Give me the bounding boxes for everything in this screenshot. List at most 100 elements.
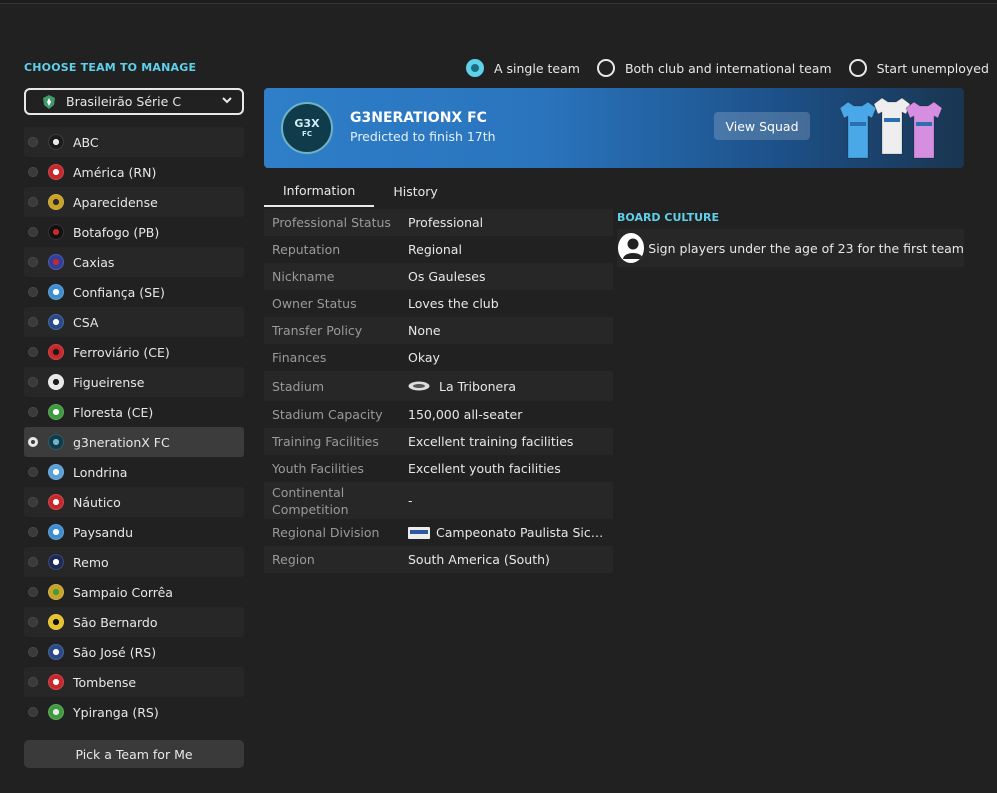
team-radio[interactable] [28,467,38,477]
team-radio[interactable] [28,377,38,387]
club-banner: G3X FC G3NERATIONX FC Predicted to finis… [264,88,964,168]
team-badge-icon [48,284,64,300]
info-value: - [408,493,413,508]
info-label: Transfer Policy [272,323,363,338]
team-list-item[interactable]: São José (RS) [24,637,244,667]
team-list-item[interactable]: Náutico [24,487,244,517]
pick-team-for-me-button[interactable]: Pick a Team for Me [24,740,244,768]
kit-shirt-icon [905,101,943,159]
team-name: Confiança (SE) [73,284,165,300]
team-radio[interactable] [28,167,38,177]
team-list-item[interactable]: Sampaio Corrêa [24,577,244,607]
tab-information[interactable]: Information [264,176,375,207]
team-list-item[interactable]: Caxias [24,247,244,277]
team-list-item[interactable]: Ferroviário (CE) [24,337,244,367]
team-radio[interactable] [28,707,38,717]
team-badge-icon [48,704,64,720]
team-list-item[interactable]: g3nerationX FC [24,427,244,457]
team-name: Sampaio Corrêa [73,584,173,600]
team-badge-icon [48,254,64,270]
team-list-item[interactable]: Tombense [24,667,244,697]
league-dropdown[interactable]: Brasileirão Série C [24,88,244,115]
team-radio[interactable] [28,317,38,327]
info-label: Region [272,552,315,567]
club-prediction: Predicted to finish 17th [350,129,496,144]
info-label: Training Facilities [272,434,379,449]
mode-label: Start unemployed [876,60,989,76]
team-radio[interactable] [28,587,38,597]
info-row-training-facilities: Training Facilities Excellent training f… [264,428,613,455]
info-row-reputation: Reputation Regional [264,236,613,263]
team-list-item[interactable]: ABC [24,127,244,157]
info-label: Owner Status [272,296,357,311]
board-culture-heading: BOARD CULTURE [617,211,719,224]
team-list-item[interactable]: América (RN) [24,157,244,187]
team-name: g3nerationX FC [73,434,170,450]
mode-radio[interactable] [848,59,867,77]
team-name: Aparecidense [73,194,158,210]
team-radio[interactable] [28,497,38,507]
team-badge-icon [48,194,64,210]
mode-radio[interactable] [596,59,615,77]
team-radio[interactable] [28,647,38,657]
club-crest: G3X FC [281,102,333,154]
team-radio[interactable] [28,557,38,567]
team-radio[interactable] [28,347,38,357]
team-radio[interactable] [28,437,38,447]
info-value: 150,000 all-seater [408,407,523,422]
team-badge-icon [48,674,64,690]
team-radio[interactable] [28,197,38,207]
team-list-item[interactable]: Londrina [24,457,244,487]
team-name: América (RN) [73,164,157,180]
info-row-stadium-capacity: Stadium Capacity 150,000 all-seater [264,401,613,428]
tab-history[interactable]: History [374,176,456,207]
info-value: Regional [408,242,462,257]
team-list-item[interactable]: CSA [24,307,244,337]
team-badge-icon [48,464,64,480]
info-row-region: Region South America (South) [264,546,613,573]
stadium-icon [408,381,430,391]
team-list-item[interactable]: Botafogo (PB) [24,217,244,247]
team-radio[interactable] [28,137,38,147]
team-name: Botafogo (PB) [73,224,160,240]
team-name: CSA [73,314,99,330]
team-radio[interactable] [28,617,38,627]
team-list-item[interactable]: Floresta (CE) [24,397,244,427]
info-label: Regional Division [272,525,380,540]
manage-mode-option[interactable]: Both club and international team [596,59,832,77]
team-radio[interactable] [28,227,38,237]
team-name: Floresta (CE) [73,404,154,420]
team-name: São Bernardo [73,614,158,630]
team-radio[interactable] [28,677,38,687]
team-list-item[interactable]: Aparecidense [24,187,244,217]
info-row-nickname: Nickname Os Gauleses [264,263,613,290]
team-badge-icon [48,614,64,630]
info-value: Excellent training facilities [408,434,574,449]
person-avatar-icon [618,233,645,263]
view-squad-button[interactable]: View Squad [714,112,810,140]
team-list-item[interactable]: Figueirense [24,367,244,397]
team-radio[interactable] [28,287,38,297]
team-name: Tombense [73,674,137,690]
team-radio[interactable] [28,527,38,537]
manage-mode-option[interactable]: A single team [466,59,580,77]
info-value[interactable]: La Tribonera [439,379,516,394]
team-badge-icon [48,554,64,570]
team-name: Remo [73,554,109,570]
team-radio[interactable] [28,257,38,267]
info-value[interactable]: Campeonato Paulista Sicredi [436,525,604,540]
team-name: Ypiranga (RS) [73,704,159,720]
mode-label: A single team [494,60,580,76]
team-radio[interactable] [28,407,38,417]
division-logo-icon [408,526,430,539]
team-list-item[interactable]: Confiança (SE) [24,277,244,307]
team-list-item[interactable]: São Bernardo [24,607,244,637]
info-value: Loves the club [408,296,499,311]
manage-mode-option[interactable]: Start unemployed [848,59,989,77]
team-name: ABC [73,134,99,150]
mode-radio[interactable] [466,59,484,77]
team-list-item[interactable]: Ypiranga (RS) [24,697,244,727]
team-badge-icon [48,644,64,660]
team-list-item[interactable]: Remo [24,547,244,577]
team-list-item[interactable]: Paysandu [24,517,244,547]
